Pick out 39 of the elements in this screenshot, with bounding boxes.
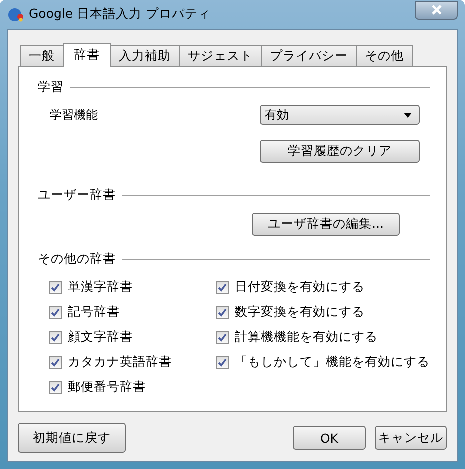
checkbox-label: 計算機機能を有効にする bbox=[235, 328, 378, 346]
tab[interactable]: 入力補助 bbox=[110, 45, 180, 66]
close-icon bbox=[432, 5, 442, 15]
tab[interactable]: その他 bbox=[356, 45, 413, 66]
checkbox-label: 郵便番号辞書 bbox=[68, 378, 146, 396]
close-button[interactable] bbox=[415, 0, 458, 20]
checkbox-label: 日付変換を有効にする bbox=[235, 278, 365, 296]
checkbox[interactable] bbox=[49, 330, 62, 344]
checkbox[interactable] bbox=[216, 330, 229, 344]
edit-dictionary-button[interactable]: ユーザ辞書の編集... bbox=[252, 213, 400, 236]
group-heading: 学習 bbox=[38, 78, 64, 96]
checkbox[interactable] bbox=[49, 380, 62, 394]
clear-history-button[interactable]: 学習履歴のクリア bbox=[260, 140, 420, 163]
window-title: Google 日本語入力 プロパティ bbox=[29, 6, 212, 23]
reset-button[interactable]: 初期値に戻す bbox=[18, 423, 126, 453]
group-heading: ユーザー辞書 bbox=[38, 186, 116, 204]
tab[interactable]: プライバシー bbox=[261, 45, 357, 66]
cancel-button[interactable]: キャンセル bbox=[375, 426, 447, 450]
checkbox-label: 「もしかして」機能を有効にする bbox=[235, 354, 430, 370]
ok-button[interactable]: OK bbox=[293, 426, 366, 450]
tab[interactable]: サジェスト bbox=[179, 45, 262, 66]
tab[interactable]: 辞書 bbox=[63, 43, 111, 67]
checkbox[interactable] bbox=[49, 280, 62, 294]
checkbox[interactable] bbox=[49, 356, 62, 368]
caret-icon bbox=[404, 112, 412, 118]
checkbox[interactable] bbox=[216, 356, 229, 368]
checkbox[interactable] bbox=[216, 280, 229, 294]
app-icon bbox=[8, 6, 24, 22]
field-label: 学習機能 bbox=[50, 106, 99, 124]
checkbox[interactable] bbox=[216, 306, 229, 318]
checkbox[interactable] bbox=[49, 306, 62, 318]
checkbox-label: 記号辞書 bbox=[68, 304, 120, 320]
checkbox-label: 単漢字辞書 bbox=[68, 278, 133, 296]
checkbox-label: 顔文字辞書 bbox=[68, 328, 133, 346]
group-heading: その他の辞書 bbox=[38, 250, 116, 268]
checkbox-label: 数字変換を有効にする bbox=[235, 304, 365, 320]
tab[interactable]: 一般 bbox=[20, 45, 64, 66]
checkbox-label: カタカナ英語辞書 bbox=[68, 354, 172, 370]
dropdown[interactable]: 有効 bbox=[260, 105, 420, 125]
